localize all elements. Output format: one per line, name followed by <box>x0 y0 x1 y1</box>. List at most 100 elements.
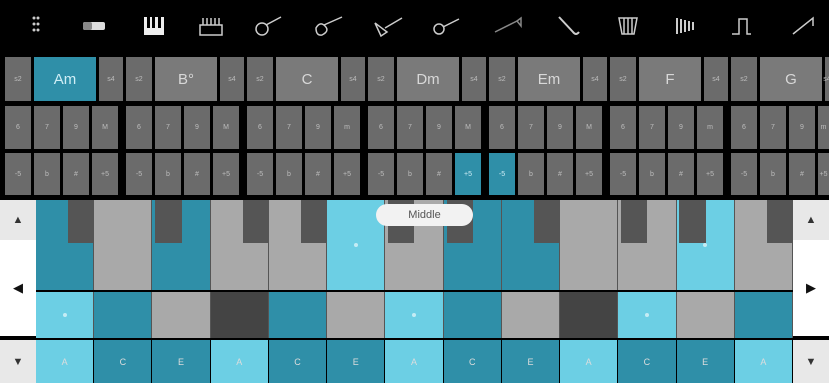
black-key[interactable] <box>679 200 706 243</box>
chord-4-alt-2-button[interactable]: # <box>547 153 573 195</box>
chord-2-sus2-button[interactable]: s2 <box>247 57 273 101</box>
chord-pad[interactable] <box>385 292 444 338</box>
chord-5-sus2-button[interactable]: s2 <box>610 57 636 101</box>
banjo-button[interactable] <box>425 12 465 40</box>
chord-6-alt-2-button[interactable]: # <box>789 153 815 195</box>
chord-1-button[interactable]: B° <box>155 57 217 101</box>
saxophone-button[interactable] <box>548 12 588 40</box>
scroll-left-button[interactable]: ◀ <box>0 240 36 336</box>
chord-pad[interactable] <box>327 292 386 338</box>
chord-pad[interactable] <box>560 292 619 338</box>
chord-3-ext-0-button[interactable]: 6 <box>368 106 394 149</box>
chord-1-sus4-button[interactable]: s4 <box>220 57 244 101</box>
electric-guitar-button[interactable] <box>308 12 348 40</box>
accordion-button[interactable] <box>608 12 648 40</box>
black-key[interactable] <box>533 200 561 243</box>
chord-4-sus2-button[interactable]: s2 <box>489 57 515 101</box>
scroll-right-button[interactable]: ▶ <box>793 240 829 336</box>
chord-3-alt-0-button[interactable]: -5 <box>368 153 394 195</box>
chord-pad[interactable] <box>443 292 502 338</box>
octave-down-button[interactable]: ▼ <box>0 340 36 383</box>
chord-2-sus4-button[interactable]: s4 <box>341 57 365 101</box>
chord-4-ext-0-button[interactable]: 6 <box>489 106 515 149</box>
chord-4-alt-3-button[interactable]: +5 <box>576 153 602 195</box>
chord-1-alt-2-button[interactable]: # <box>184 153 210 195</box>
chord-6-alt-3-button[interactable]: +5 <box>818 153 829 195</box>
chord-5-ext-1-button[interactable]: 7 <box>639 106 665 149</box>
chord-0-button[interactable]: Am <box>34 57 96 101</box>
chord-6-ext-3-button[interactable]: m <box>818 106 829 149</box>
chord-6-button[interactable]: G <box>760 57 822 101</box>
chord-0-alt-3-button[interactable]: +5 <box>92 153 118 195</box>
chord-6-ext-0-button[interactable]: 6 <box>731 106 757 149</box>
chord-1-ext-0-button[interactable]: 6 <box>126 106 152 149</box>
note-pad[interactable]: C <box>94 340 152 383</box>
chord-pad[interactable] <box>36 292 95 338</box>
chord-6-alt-1-button[interactable]: b <box>760 153 786 195</box>
sawtooth-wave-button[interactable] <box>784 12 824 40</box>
chord-2-alt-1-button[interactable]: b <box>276 153 302 195</box>
chord-5-button[interactable]: F <box>639 57 701 101</box>
chord-0-sus2-button[interactable]: s2 <box>5 57 31 101</box>
chord-3-button[interactable]: Dm <box>397 57 459 101</box>
organ-keys-button[interactable] <box>191 12 231 40</box>
chord-3-alt-1-button[interactable]: b <box>397 153 423 195</box>
chord-3-alt-3-button[interactable]: +5 <box>455 153 481 195</box>
chord-0-ext-0-button[interactable]: 6 <box>5 106 31 149</box>
chord-6-alt-0-button[interactable]: -5 <box>731 153 757 195</box>
chord-0-alt-2-button[interactable]: # <box>63 153 89 195</box>
chord-pad[interactable] <box>501 292 561 338</box>
trumpet-button[interactable] <box>488 12 528 40</box>
chord-0-sus4-button[interactable]: s4 <box>99 57 123 101</box>
chord-6-ext-2-button[interactable]: 9 <box>789 106 815 149</box>
piano-keys-button[interactable] <box>134 12 174 40</box>
note-pad[interactable]: E <box>152 340 210 383</box>
chord-2-ext-0-button[interactable]: 6 <box>247 106 273 149</box>
note-pad[interactable]: A <box>734 340 792 383</box>
black-key[interactable] <box>766 200 793 243</box>
chord-4-ext-1-button[interactable]: 7 <box>518 106 544 149</box>
chord-6-ext-1-button[interactable]: 7 <box>760 106 786 149</box>
note-pad[interactable]: A <box>560 340 618 383</box>
chord-5-alt-3-button[interactable]: +5 <box>697 153 723 195</box>
chord-6-sus4-button[interactable]: s4 <box>823 57 829 101</box>
chord-2-alt-3-button[interactable]: +5 <box>334 153 360 195</box>
chord-pad[interactable] <box>152 292 211 338</box>
chord-1-ext-1-button[interactable]: 7 <box>155 106 181 149</box>
note-pad[interactable]: E <box>676 340 734 383</box>
chord-4-button[interactable]: Em <box>518 57 580 101</box>
chord-0-ext-3-button[interactable]: M <box>92 106 118 149</box>
chord-4-ext-3-button[interactable]: M <box>576 106 602 149</box>
note-pad[interactable]: C <box>618 340 676 383</box>
black-key[interactable] <box>155 200 182 243</box>
chord-5-alt-1-button[interactable]: b <box>639 153 665 195</box>
chord-1-ext-3-button[interactable]: M <box>213 106 239 149</box>
black-key[interactable] <box>242 200 269 243</box>
chord-1-alt-0-button[interactable]: -5 <box>126 153 152 195</box>
chord-1-alt-3-button[interactable]: +5 <box>213 153 239 195</box>
chord-pad[interactable] <box>734 292 793 338</box>
octave-down-button-right[interactable]: ▼ <box>793 340 829 383</box>
chord-2-ext-3-button[interactable]: m <box>334 106 360 149</box>
black-key[interactable] <box>68 200 95 243</box>
chord-5-ext-3-button[interactable]: m <box>697 106 723 149</box>
note-pad[interactable]: E <box>501 340 560 383</box>
chord-4-sus4-button[interactable]: s4 <box>583 57 607 101</box>
chord-5-ext-2-button[interactable]: 9 <box>668 106 694 149</box>
chord-0-ext-2-button[interactable]: 9 <box>63 106 89 149</box>
fader-button[interactable] <box>74 12 114 40</box>
xylophone-button[interactable] <box>666 12 706 40</box>
chord-4-ext-2-button[interactable]: 9 <box>547 106 573 149</box>
chord-2-ext-1-button[interactable]: 7 <box>276 106 302 149</box>
chord-pad[interactable] <box>676 292 735 338</box>
piano-key[interactable] <box>94 200 153 290</box>
note-pad[interactable]: C <box>268 340 327 383</box>
black-key[interactable] <box>300 200 328 243</box>
octave-up-button-right[interactable]: ▲ <box>793 200 829 240</box>
chord-4-alt-0-button[interactable]: -5 <box>489 153 515 195</box>
chord-3-ext-2-button[interactable]: 9 <box>426 106 452 149</box>
chord-0-alt-1-button[interactable]: b <box>34 153 60 195</box>
chord-2-ext-2-button[interactable]: 9 <box>305 106 331 149</box>
chord-5-sus4-button[interactable]: s4 <box>704 57 728 101</box>
chord-5-ext-0-button[interactable]: 6 <box>610 106 636 149</box>
